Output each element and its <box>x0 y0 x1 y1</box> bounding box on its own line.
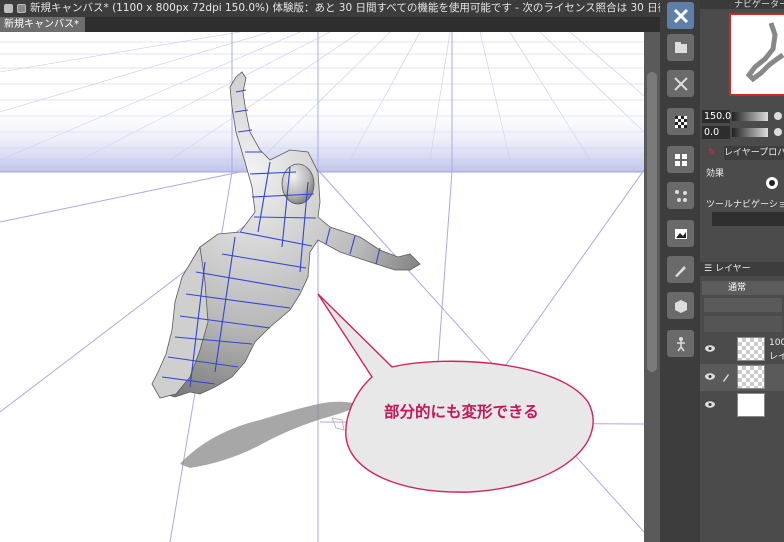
navigator-header: ナビゲーター <box>700 0 784 10</box>
layer-property-header: レイヤープロパティ <box>724 146 784 160</box>
pen-icon: ✎ <box>708 148 716 158</box>
image-folder-icon[interactable] <box>667 34 694 61</box>
hand-cursor-icon <box>331 417 345 431</box>
cube-icon[interactable] <box>667 292 694 319</box>
tab-bar: 新規キャンバス* <box>0 17 660 32</box>
blend-mode-select[interactable]: 通常 <box>702 281 784 295</box>
layer-list-empty <box>700 420 784 542</box>
navigator-preview[interactable] <box>729 13 784 96</box>
layer-panel-header: ☰ レイヤー <box>700 262 784 276</box>
zoom-value[interactable]: 150.0 <box>702 110 731 123</box>
rotation-control[interactable]: 0.0 <box>700 126 784 140</box>
layer-row[interactable] <box>700 364 784 391</box>
tool-column <box>660 0 700 542</box>
transform-icon[interactable] <box>667 70 694 97</box>
grid-panel-icon[interactable] <box>667 146 694 173</box>
layer-name: レイ <box>769 352 784 362</box>
window-title: 新規キャンバス* (1100 x 800px 72dpi 150.0%) 体験版… <box>30 2 660 14</box>
picture-icon[interactable] <box>667 220 694 247</box>
layer-thumbnail <box>737 337 765 361</box>
navigator-thumbnail <box>745 22 784 83</box>
eye-icon[interactable] <box>705 401 715 408</box>
perspective-scene <box>0 32 644 542</box>
eye-icon[interactable] <box>705 345 715 352</box>
layer-row[interactable] <box>700 392 784 419</box>
zoom-control[interactable]: 150.0 <box>700 110 784 124</box>
checker-pattern-icon[interactable] <box>667 108 694 135</box>
canvas-area[interactable]: 部分的にも変形できる <box>0 32 644 542</box>
figure-shadow <box>180 401 360 468</box>
zoom-reset-icon[interactable] <box>774 112 782 120</box>
scatter-icon[interactable] <box>667 182 694 209</box>
right-panel: ナビゲーター 150.0 0.0 ✎ レイヤープロパティ 効果 ツールナビゲーシ… <box>700 0 784 542</box>
layer-row[interactable]: 100 レイ <box>700 336 784 363</box>
zoom-slider[interactable] <box>732 112 768 121</box>
layer-tools-row[interactable] <box>704 316 782 332</box>
tool-navigation-bar[interactable] <box>712 212 784 226</box>
tool-navigation-label: ツールナビゲーション <box>706 200 784 210</box>
figure-icon[interactable] <box>667 330 694 357</box>
canvas-vertical-scrollbar[interactable] <box>644 32 660 542</box>
layer-opacity: 100 <box>769 338 784 348</box>
layer-options-row[interactable] <box>704 298 782 312</box>
rotation-reset-icon[interactable] <box>774 128 782 136</box>
layer-thumbnail <box>737 365 765 389</box>
edit-pen-icon <box>723 374 729 382</box>
layer-thumbnail <box>737 393 765 417</box>
eye-icon[interactable] <box>705 373 715 380</box>
rotation-slider[interactable] <box>732 128 768 137</box>
window-title-bar: 新規キャンバス* (1100 x 800px 72dpi 150.0%) 体験版… <box>0 0 660 17</box>
scrollbar-thumb[interactable] <box>647 72 657 372</box>
close-x-icon[interactable] <box>667 2 694 29</box>
window-restore-icon[interactable] <box>17 3 26 13</box>
brush-tool-icon[interactable] <box>667 256 694 283</box>
speech-bubble <box>317 293 594 493</box>
window-menu-icon[interactable] <box>4 3 13 13</box>
effect-radio[interactable] <box>766 177 778 189</box>
canvas-annotation-text: 部分的にも変形できる <box>384 403 539 421</box>
rotation-value[interactable]: 0.0 <box>702 126 730 139</box>
tab-canvas[interactable]: 新規キャンバス* <box>0 17 85 32</box>
effect-label: 効果 <box>706 169 725 179</box>
